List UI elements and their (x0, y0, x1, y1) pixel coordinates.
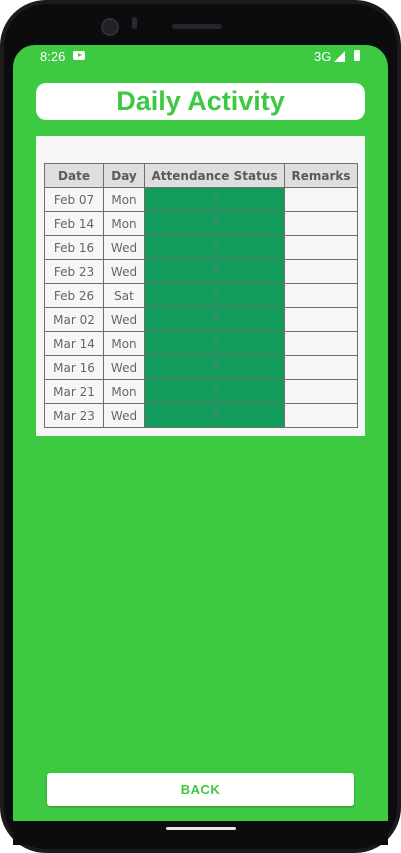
page-title: Daily Activity (116, 86, 285, 116)
cell-day: Mon (103, 187, 145, 212)
cell-remarks (284, 283, 358, 308)
column-header-date: Date (44, 163, 104, 188)
cell-date: Mar 14 (44, 331, 104, 356)
table-row: Feb 16 Wed P (44, 235, 358, 260)
device-frame: 8:26 3G Daily Activity Date Day Attendan… (0, 0, 401, 853)
cell-day: Wed (103, 355, 145, 380)
cell-remarks (284, 355, 358, 380)
table-header-row: Date Day Attendance Status Remarks (44, 163, 358, 188)
cell-date: Mar 23 (44, 403, 104, 428)
youtube-icon (73, 51, 85, 60)
cell-day: Wed (103, 307, 145, 332)
cell-day: Wed (103, 235, 145, 260)
column-header-remarks: Remarks (284, 163, 358, 188)
table-row: Mar 21 Mon P (44, 379, 358, 404)
cell-date: Mar 02 (44, 307, 104, 332)
column-header-attendance-status: Attendance Status (144, 163, 285, 188)
cell-attendance-status: P (144, 331, 285, 356)
table-row: Mar 02 Wed P (44, 307, 358, 332)
cell-attendance-status: P (144, 259, 285, 284)
title-card: Daily Activity (36, 83, 365, 120)
cell-remarks (284, 331, 358, 356)
cell-date: Mar 21 (44, 379, 104, 404)
front-camera (101, 18, 119, 36)
navigation-bar (13, 821, 388, 845)
cell-date: Feb 16 (44, 235, 104, 260)
cell-day: Mon (103, 379, 145, 404)
cell-day: Mon (103, 211, 145, 236)
earpiece-speaker (172, 24, 222, 29)
cell-attendance-status: P (144, 283, 285, 308)
table-body: Feb 07 Mon P Feb 14 Mon P Feb 16 Wed P Feb 23 Wed P… (44, 187, 358, 428)
cell-attendance-status: P (144, 379, 285, 404)
status-time: 8:26 (40, 49, 66, 64)
cell-date: Mar 16 (44, 355, 104, 380)
column-header-day: Day (103, 163, 145, 188)
cell-attendance-status: P (144, 307, 285, 332)
cell-remarks (284, 259, 358, 284)
network-type: 3G (314, 49, 332, 64)
cell-remarks (284, 307, 358, 332)
table-row: Feb 26 Sat P (44, 283, 358, 308)
battery-icon (354, 50, 360, 61)
table-row: Feb 23 Wed P (44, 259, 358, 284)
cell-attendance-status: P (144, 187, 285, 212)
cell-remarks (284, 235, 358, 260)
cell-day: Sat (103, 283, 145, 308)
cell-date: Feb 26 (44, 283, 104, 308)
cell-day: Wed (103, 259, 145, 284)
cell-attendance-status: P (144, 403, 285, 428)
cell-day: Mon (103, 331, 145, 356)
cell-date: Feb 07 (44, 187, 104, 212)
attendance-table-card: Date Day Attendance Status Remarks Feb 0… (36, 136, 365, 436)
table-row: Mar 14 Mon P (44, 331, 358, 356)
cell-date: Feb 23 (44, 259, 104, 284)
cell-remarks (284, 403, 358, 428)
cell-date: Feb 14 (44, 211, 104, 236)
table-row: Feb 14 Mon P (44, 211, 358, 236)
cell-remarks (284, 187, 358, 212)
table-row: Mar 23 Wed P (44, 403, 358, 428)
proximity-sensor (132, 17, 137, 29)
cell-remarks (284, 379, 358, 404)
table-row: Mar 16 Wed P (44, 355, 358, 380)
cell-attendance-status: P (144, 211, 285, 236)
back-button[interactable]: BACK (47, 773, 354, 806)
cell-remarks (284, 211, 358, 236)
cell-attendance-status: P (144, 355, 285, 380)
status-bar: 8:26 3G (13, 45, 388, 67)
app-screen: 8:26 3G Daily Activity Date Day Attendan… (13, 45, 388, 821)
home-indicator[interactable] (166, 827, 236, 830)
attendance-table: Date Day Attendance Status Remarks Feb 0… (44, 163, 358, 428)
signal-icon (334, 51, 345, 62)
table-row: Feb 07 Mon P (44, 187, 358, 212)
cell-attendance-status: P (144, 235, 285, 260)
cell-day: Wed (103, 403, 145, 428)
